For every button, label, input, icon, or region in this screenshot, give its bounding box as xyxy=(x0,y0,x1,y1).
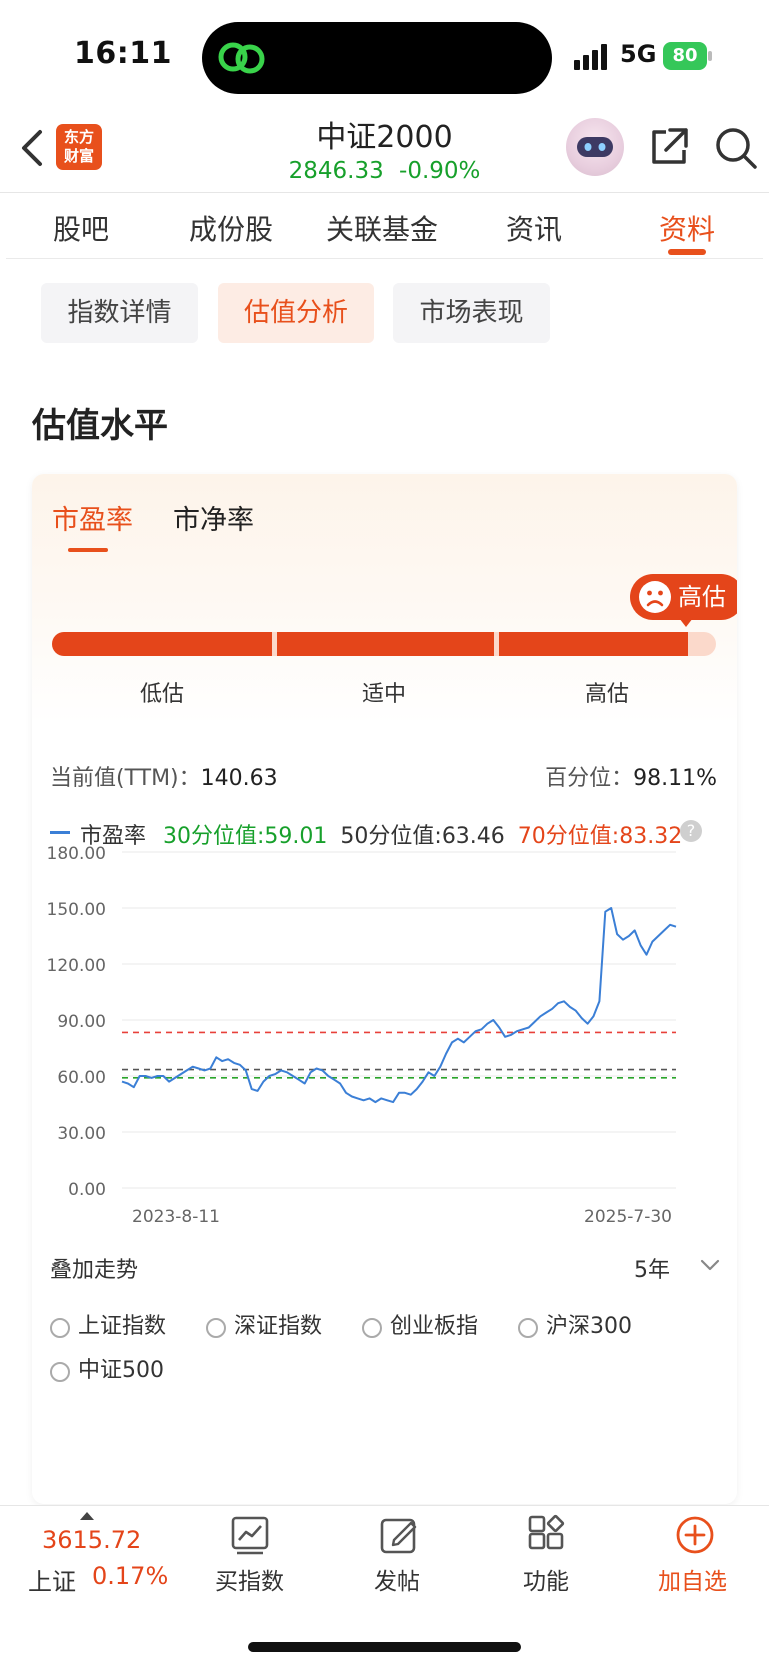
radio-icon xyxy=(518,1318,538,1338)
pe-chart: 180.00 150.00 120.00 90.00 60.00 30.00 0.00 202… xyxy=(47,844,677,1227)
sad-face-icon xyxy=(639,581,671,613)
search-icon[interactable] xyxy=(714,126,758,170)
y-tick-label: 120.00 xyxy=(47,956,106,976)
subtab-valuation[interactable]: 估值分析 xyxy=(218,283,374,343)
y-tick-label: 0.00 xyxy=(68,1180,106,1200)
post-button[interactable]: 发帖 xyxy=(374,1562,420,1596)
sh-index-value[interactable]: 3615.72 xyxy=(42,1526,141,1554)
percentile-value: 98.11% xyxy=(633,766,717,791)
overlay-option-hs300[interactable]: 沪深300 xyxy=(518,1308,632,1340)
y-tick-label: 180.00 xyxy=(47,844,106,864)
level-label-low: 低估 xyxy=(139,682,184,707)
status-time: 16:11 xyxy=(74,36,172,71)
level-label-high: 高估 xyxy=(584,682,629,707)
y-tick-label: 90.00 xyxy=(57,1012,106,1032)
add-watchlist-icon[interactable] xyxy=(674,1514,716,1556)
overlay-option-sh[interactable]: 上证指数 xyxy=(50,1308,166,1340)
pe-series-line xyxy=(121,907,677,1104)
level-bar-mid xyxy=(277,632,494,656)
level-bar-low xyxy=(52,632,272,656)
x-start-label: 2023-8-11 xyxy=(132,1207,220,1227)
tabs-divider xyxy=(6,258,763,259)
option-label: 沪深300 xyxy=(546,1314,632,1339)
subtab-market-performance[interactable]: 市场表现 xyxy=(393,283,550,343)
radio-icon xyxy=(362,1318,382,1338)
overlay-label: 叠加走势 xyxy=(50,1258,139,1283)
x-end-label: 2025-7-30 xyxy=(584,1207,672,1227)
expand-up-icon[interactable] xyxy=(80,1512,94,1520)
buy-index-button[interactable]: 买指数 xyxy=(215,1562,284,1596)
tab-pe-ratio[interactable]: 市盈率 xyxy=(52,498,133,537)
radio-icon xyxy=(206,1318,226,1338)
card-tab-indicator xyxy=(68,548,108,552)
current-value-label: 当前值(TTM)： xyxy=(50,766,201,791)
y-tick-label: 30.00 xyxy=(57,1124,106,1144)
link-app-icon xyxy=(218,42,265,74)
tab-news[interactable]: 资讯 xyxy=(506,208,562,248)
tab-constituents[interactable]: 成份股 xyxy=(189,208,273,248)
option-label: 创业板指 xyxy=(390,1314,479,1339)
level-label-mid: 适中 xyxy=(361,682,406,707)
percentile-row: 百分位：98.11% xyxy=(545,760,717,792)
radio-icon xyxy=(50,1318,70,1338)
tab-active-indicator xyxy=(668,249,706,255)
assistant-avatar[interactable] xyxy=(566,118,624,176)
tab-guba[interactable]: 股吧 xyxy=(53,208,109,248)
share-icon[interactable] xyxy=(648,126,690,168)
percentile-label: 百分位： xyxy=(545,766,634,791)
valuation-card: 市盈率 市净率 高估 低估 适中 高估 当前值(TTM)：140.63 百分位：… xyxy=(32,474,737,1504)
y-tick-label: 60.00 xyxy=(57,1068,106,1088)
network-type: 5G xyxy=(620,40,657,68)
tab-related-funds[interactable]: 关联基金 xyxy=(326,208,438,248)
home-indicator xyxy=(248,1642,521,1652)
badge-pointer xyxy=(679,618,693,627)
current-value: 140.63 xyxy=(200,766,278,791)
robot-face-icon xyxy=(577,137,613,157)
level-bar-high xyxy=(499,632,689,656)
option-label: 上证指数 xyxy=(78,1314,167,1339)
header-divider xyxy=(0,192,769,193)
option-label: 深证指数 xyxy=(234,1314,323,1339)
overlay-option-sz[interactable]: 深证指数 xyxy=(206,1308,322,1340)
subtab-index-details[interactable]: 指数详情 xyxy=(41,283,198,343)
period-select[interactable]: 5年 xyxy=(634,1252,670,1284)
current-value-row: 当前值(TTM)：140.63 xyxy=(50,760,278,792)
tab-pb-ratio[interactable]: 市净率 xyxy=(173,498,254,537)
overlay-option-zz500[interactable]: 中证500 xyxy=(50,1352,164,1384)
tab-profile[interactable]: 资料 xyxy=(659,208,715,248)
functions-button[interactable]: 功能 xyxy=(523,1562,569,1596)
option-label: 中证500 xyxy=(78,1358,164,1383)
functions-icon[interactable] xyxy=(526,1514,568,1556)
signal-icon xyxy=(574,44,607,70)
sh-index-change[interactable]: 0.17% xyxy=(92,1562,168,1590)
battery-level: 80 xyxy=(672,45,698,66)
y-tick-label: 150.00 xyxy=(47,900,106,920)
index-price: 2846.33 xyxy=(288,158,384,184)
overlay-option-cyb[interactable]: 创业板指 xyxy=(362,1308,478,1340)
chevron-down-icon[interactable] xyxy=(700,1258,720,1272)
radio-icon xyxy=(50,1362,70,1382)
battery-icon: 80 xyxy=(663,42,713,70)
buy-index-icon[interactable] xyxy=(229,1514,271,1556)
add-watchlist-button[interactable]: 加自选 xyxy=(658,1562,727,1596)
section-title: 估值水平 xyxy=(32,406,168,446)
index-change: -0.90% xyxy=(399,158,481,184)
sh-index-name[interactable]: 上证 xyxy=(28,1562,76,1597)
post-icon[interactable] xyxy=(378,1514,420,1556)
